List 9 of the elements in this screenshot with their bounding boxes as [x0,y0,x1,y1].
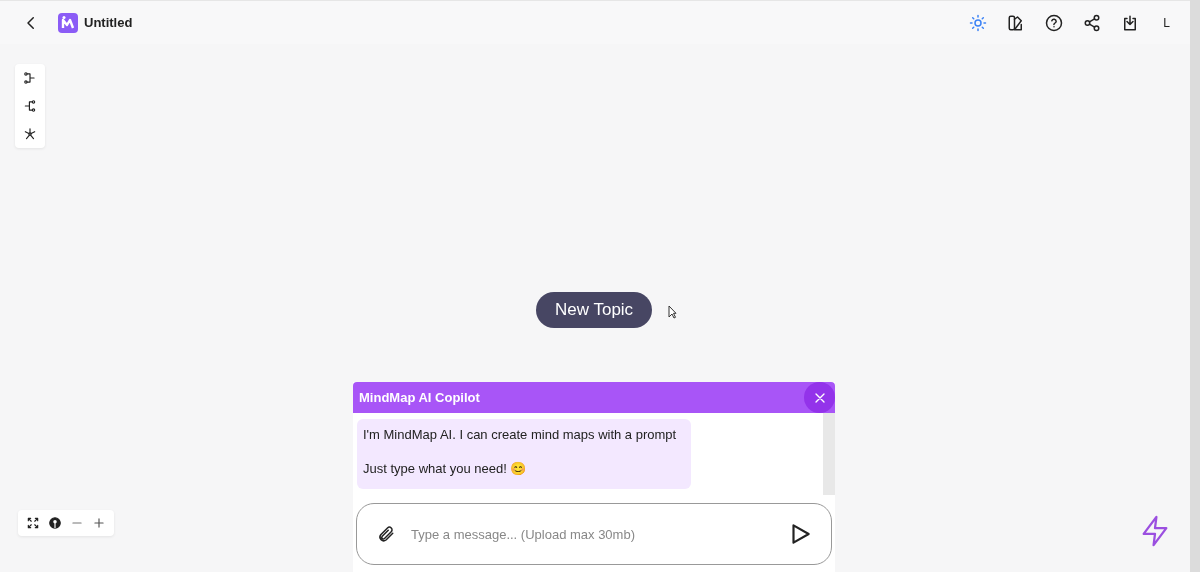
topic-node[interactable]: New Topic [536,292,653,328]
message-text: I'm MindMap AI. I can create mind maps with a prompt [363,427,678,442]
message-input[interactable]: Type a message... (Upload max 30mb) [409,525,783,543]
locate-icon[interactable] [46,514,64,532]
copilot-title: MindMap AI Copilot [359,390,480,405]
document-title: Untitled [84,15,133,30]
logo-icon [58,12,78,33]
message-text: Just type what you need! 😊 [363,461,528,476]
cursor-icon [668,305,677,319]
